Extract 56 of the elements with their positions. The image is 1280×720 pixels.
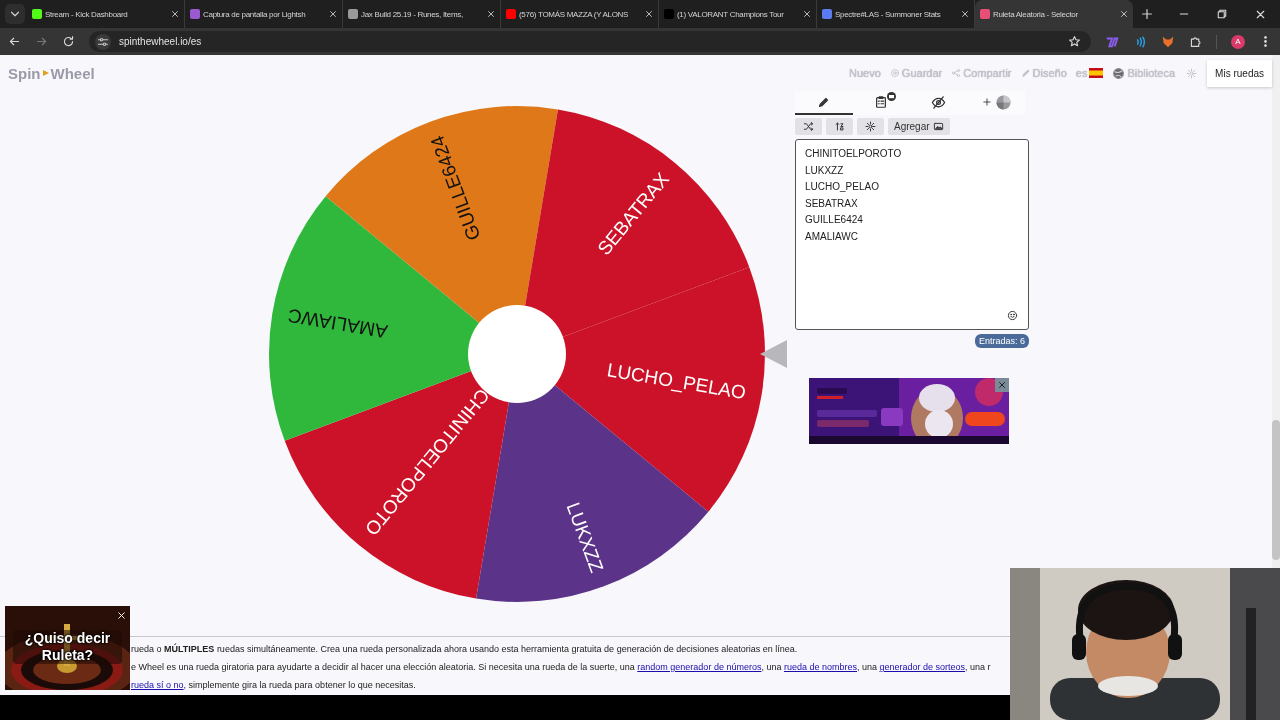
my-wheels-button[interactable]: Mis ruedas xyxy=(1207,59,1272,87)
star-icon[interactable] xyxy=(1068,35,1081,48)
forward-icon[interactable] xyxy=(35,35,48,48)
entry-text: CHINITOELPOROTO xyxy=(805,147,903,161)
image-icon xyxy=(932,121,944,132)
entry-text: LUKXZZ xyxy=(805,163,845,178)
paragraph: rueda o MÚLTIPLES ruedas simultáneamente. Crea una rueda personalizada ahora usando esta herramienta gratuita de generación de decisiones aleatorias en línea. xyxy=(131,642,799,656)
disc-icon xyxy=(889,68,900,78)
close-icon[interactable] xyxy=(170,9,180,19)
entry-text: GUILLE6424 xyxy=(805,213,864,228)
back-icon[interactable] xyxy=(8,35,21,48)
scrollbar[interactable] xyxy=(1272,55,1280,568)
close-icon xyxy=(115,609,127,621)
site-settings-icon[interactable] xyxy=(95,33,111,50)
clipboard-icon xyxy=(874,95,889,109)
close-icon[interactable] xyxy=(486,9,496,19)
link[interactable]: rueda sí o no xyxy=(131,680,184,690)
wheel-pointer xyxy=(760,340,787,368)
entry-text: LUCHO_PELAO xyxy=(805,180,880,195)
gear-button[interactable] xyxy=(857,118,884,135)
entry-text: SEBATRAX xyxy=(805,196,859,211)
shuffle-button[interactable] xyxy=(795,118,822,135)
pencil-icon xyxy=(817,95,831,109)
add-image-button[interactable]: Agregar xyxy=(888,118,950,135)
extensions-icon[interactable] xyxy=(1189,35,1202,48)
plus-icon xyxy=(981,97,992,107)
popup-text: ¿Quiso decir Ruleta? xyxy=(13,630,122,664)
entry-text: AMALIAWC xyxy=(805,229,859,244)
flag-icon xyxy=(1089,68,1104,78)
tab-search-icon[interactable] xyxy=(5,4,25,24)
pencil-icon xyxy=(1020,68,1031,78)
entries-count: Entradas: 6 xyxy=(974,334,1029,348)
share-icon xyxy=(951,68,962,78)
close-icon[interactable] xyxy=(960,9,970,19)
settings-icon xyxy=(864,121,877,132)
reload-icon[interactable] xyxy=(62,35,75,48)
close-icon[interactable] xyxy=(802,9,812,19)
close-icon[interactable] xyxy=(328,9,338,19)
close-icon[interactable] xyxy=(644,9,654,19)
sort-icon xyxy=(834,121,845,132)
hidden-eye-icon xyxy=(931,94,947,110)
close-icon xyxy=(997,380,1007,390)
link[interactable]: rueda de nombres xyxy=(783,662,857,672)
globe-icon xyxy=(1112,66,1126,80)
entries-field[interactable]: CHINITOELPOROTO LUKXZZ LUCHO_PELAO SEBATRAX GUILLE6424 AMALIAWC xyxy=(795,139,1029,330)
browser-tab[interactable]: Ruleta Aleatoria - Selector xyxy=(975,0,1133,28)
smiley-icon[interactable] xyxy=(1007,310,1018,321)
wheel-label: AMALIAWC xyxy=(286,304,390,343)
fox-icon[interactable] xyxy=(1161,34,1175,49)
wheel-icon xyxy=(995,94,1011,110)
restore-icon[interactable] xyxy=(1216,8,1228,20)
shuffle-icon xyxy=(803,121,814,132)
sort-button[interactable] xyxy=(826,118,853,135)
profile-avatar[interactable]: A xyxy=(1231,34,1245,49)
address-bar[interactable]: spinthewheel.io/es xyxy=(89,31,1091,52)
close-icon[interactable] xyxy=(1119,9,1129,19)
